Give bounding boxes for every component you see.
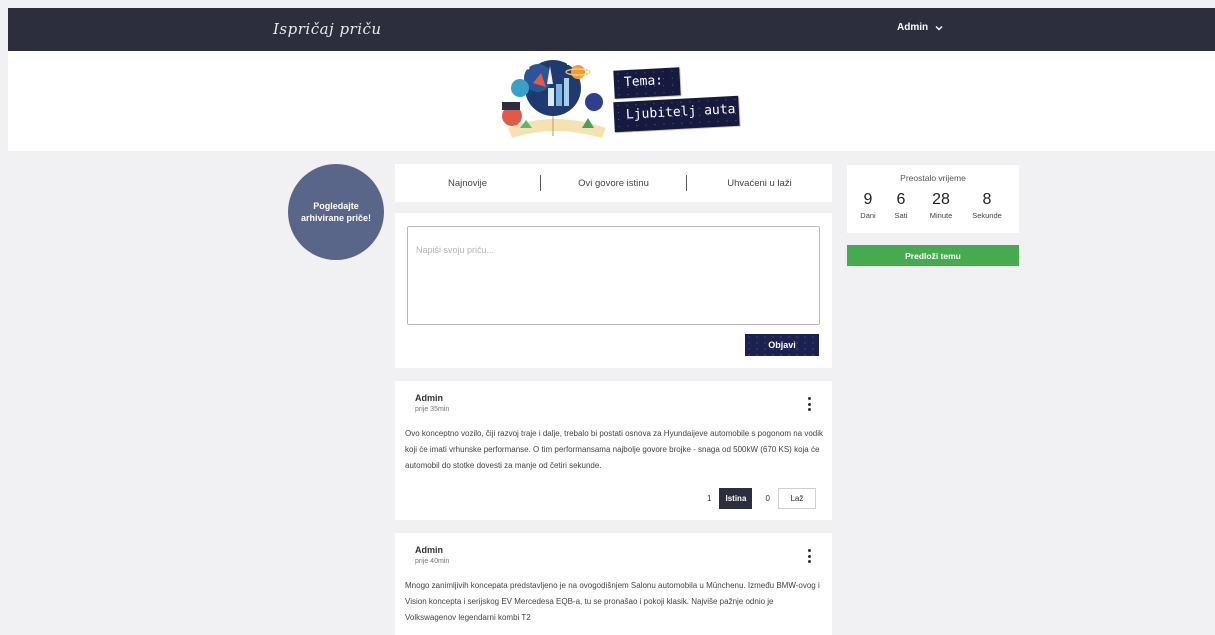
kebab-menu-icon[interactable] xyxy=(807,397,811,411)
publish-button-label: Objavi xyxy=(768,340,796,350)
post-time: prije 35min xyxy=(415,406,450,413)
kebab-menu-icon[interactable] xyxy=(807,549,811,563)
story-post: Admin prije 35min Ovo konceptno vozilo, … xyxy=(395,381,832,520)
post-text: Ovo konceptno vozilo, čiji razvoj traje … xyxy=(405,429,824,470)
post-author[interactable]: Admin xyxy=(415,393,443,403)
archive-button[interactable]: Pogledajte arhivirane priče! xyxy=(288,164,384,260)
timer-seconds: 8 Sekunde xyxy=(971,190,1003,220)
compose-card: Objavi xyxy=(395,213,832,368)
timer-days-label: Dani xyxy=(860,211,876,220)
timer-title: Preostalo vrijeme xyxy=(900,173,966,183)
timer-hours-label: Sati xyxy=(894,211,908,220)
story-post: Admin prije 40min Mnogo zanimljivih konc… xyxy=(395,533,832,635)
tab-newest[interactable]: Najnovije xyxy=(395,178,540,189)
theme-name-tag: Ljubitelj auta xyxy=(613,95,740,133)
tab-truth[interactable]: Ovi govore istinu xyxy=(541,178,686,189)
story-input[interactable] xyxy=(407,226,820,325)
timer-hours: 6 Sati xyxy=(891,190,911,220)
page-edge xyxy=(1207,151,1215,635)
theme-name: Ljubitelj auta xyxy=(625,101,736,123)
timer-seconds-label: Sekunde xyxy=(972,211,1002,220)
user-name: Admin xyxy=(897,22,929,33)
timer-minutes-label: Minute xyxy=(929,211,953,220)
timer-minutes-value: 28 xyxy=(932,191,950,208)
vote-row: 1 Istina 0 Laž xyxy=(707,488,816,509)
suggest-theme-button[interactable]: Predloži temu xyxy=(847,245,1019,266)
storybook-illustration xyxy=(502,60,606,138)
theme-label-tag: Tema: xyxy=(613,67,681,99)
chevron-down-icon xyxy=(935,25,943,30)
vote-true-button[interactable]: Istina xyxy=(719,488,753,509)
vote-false-button[interactable]: Laž xyxy=(777,488,816,509)
timer-days-value: 9 xyxy=(863,191,873,208)
countdown-timer: Preostalo vrijeme 9 Dani 6 Sati 28 Minut… xyxy=(847,165,1019,233)
post-time: prije 40min xyxy=(415,558,450,565)
publish-button[interactable]: Objavi xyxy=(745,334,819,356)
app-logo[interactable]: Ispričaj priču xyxy=(273,20,382,38)
theme-banner: Tema: Ljubitelj auta xyxy=(8,51,1215,151)
timer-days: 9 Dani xyxy=(859,190,877,220)
theme-label: Tema: xyxy=(623,73,664,91)
post-author[interactable]: Admin xyxy=(415,545,443,555)
archive-button-label: Pogledajte arhivirane priče! xyxy=(300,201,372,223)
tab-lies[interactable]: Uhvaćeni u laži xyxy=(687,178,832,189)
false-count: 0 xyxy=(765,494,770,503)
true-count: 1 xyxy=(707,494,712,503)
timer-minutes: 28 Minute xyxy=(927,190,955,220)
post-text: Mnogo zanimljivih koncepata predstavljen… xyxy=(405,581,820,622)
timer-seconds-value: 8 xyxy=(982,191,992,208)
top-navbar: Ispričaj priču Admin xyxy=(8,8,1215,51)
timer-hours-value: 6 xyxy=(896,191,906,208)
feed-tabs: Najnovije Ovi govore istinu Uhvaćeni u l… xyxy=(395,164,832,202)
user-menu[interactable]: Admin xyxy=(897,22,943,33)
